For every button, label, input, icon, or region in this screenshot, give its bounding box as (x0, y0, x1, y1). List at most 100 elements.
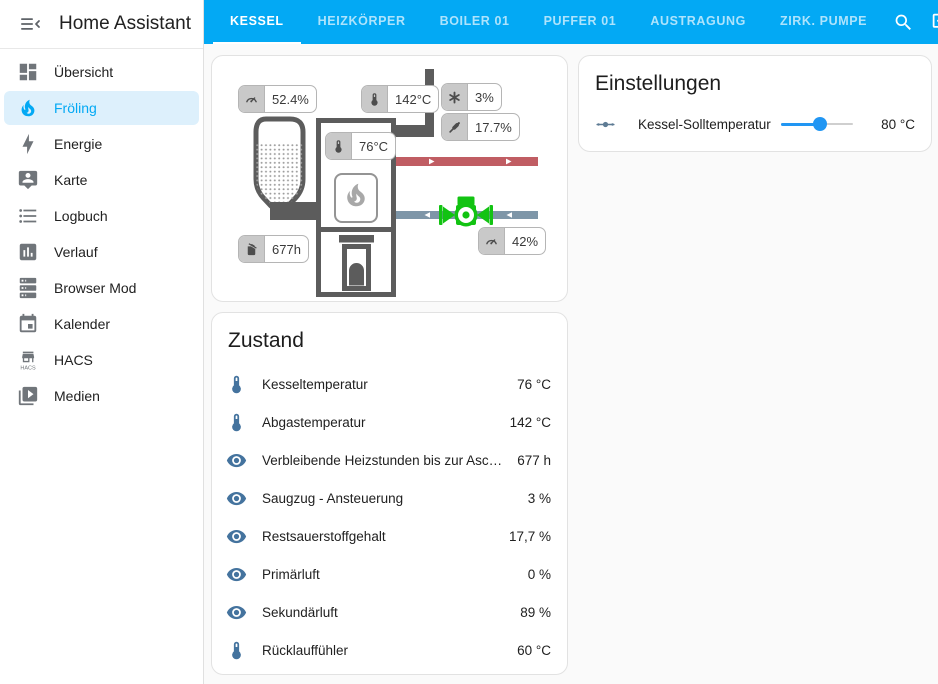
lambda-probe-icon (442, 114, 468, 140)
state-card-title: Zustand (212, 313, 567, 362)
play-box-multiple-icon (17, 385, 39, 407)
sidebar-item-energie[interactable]: Energie (4, 127, 199, 161)
thermometer-icon (226, 374, 247, 395)
trash-tilted-lid-icon (239, 236, 265, 262)
search-icon (893, 12, 914, 33)
sidebar-toggle-icon[interactable] (18, 12, 42, 36)
state-row-kesseltemperatur[interactable]: Kesseltemperatur 76 °C (212, 365, 567, 403)
state-row-abgastemperatur[interactable]: Abgastemperatur 142 °C (212, 403, 567, 441)
lightning-bolt-icon (17, 133, 39, 155)
fan-badge[interactable]: 3% (441, 83, 502, 111)
lambda-badge[interactable]: 17.7% (441, 113, 520, 141)
boiler-diagram-card: 52.4% 142°C 3% 17.7% 76°C (211, 55, 568, 302)
sidebar-item-hacs[interactable]: HACS (4, 343, 199, 377)
entity-label: Abgastemperatur (262, 415, 502, 430)
state-row-saugzug[interactable]: Saugzug - Ansteuerung 3 % (212, 479, 567, 517)
sidebar-item-label: Energie (54, 136, 102, 152)
return-mixer-badge[interactable]: 42% (478, 227, 546, 255)
entity-value: 3 % (528, 491, 551, 506)
ray-vertex-icon (595, 114, 616, 135)
sidebar-item-logbuch[interactable]: Logbuch (4, 199, 199, 233)
chart-box-icon (17, 241, 39, 263)
view-tabs: KESSEL HEIZKÖRPER BOILER 01 PUFFER 01 AU… (213, 0, 884, 44)
ash-hours-value: 677h (265, 236, 308, 262)
state-row-primaerluft[interactable]: Primärluft 0 % (212, 555, 567, 593)
entity-label: Rücklauffühler (262, 643, 509, 658)
sidebar-item-label: Karte (54, 172, 87, 188)
exhaust-temp-badge[interactable]: 142°C (361, 85, 439, 113)
ash-hours-badge[interactable]: 677h (238, 235, 309, 263)
return-mixer-value: 42% (505, 228, 545, 254)
search-button[interactable] (884, 0, 922, 44)
slider-thumb[interactable] (813, 117, 827, 131)
assist-button[interactable] (922, 0, 938, 44)
thermometer-icon (362, 86, 388, 112)
entity-value: 677 h (517, 453, 551, 468)
eye-icon (226, 602, 247, 623)
tab-heizkoerper[interactable]: HEIZKÖRPER (301, 0, 423, 44)
calendar-icon (17, 313, 39, 335)
gauge-icon (479, 228, 505, 254)
entity-label: Saugzug - Ansteuerung (262, 491, 520, 506)
entity-label: Restsauerstoffgehalt (262, 529, 501, 544)
sidebar-item-label: Übersicht (54, 64, 113, 80)
entity-value: 17,7 % (509, 529, 551, 544)
sidebar-item-medien[interactable]: Medien (4, 379, 199, 413)
sidebar-item-kalender[interactable]: Kalender (4, 307, 199, 341)
kessel-solltemperatur-slider[interactable] (781, 117, 853, 131)
state-row-sekundaerluft[interactable]: Sekundärluft 89 % (212, 593, 567, 631)
state-row-restsauerstoff[interactable]: Restsauerstoffgehalt 17,7 % (212, 517, 567, 555)
app-title: Home Assistant (59, 13, 191, 35)
state-rows: Kesseltemperatur 76 °C Abgastemperatur 1… (212, 362, 567, 669)
tab-austragung[interactable]: AUSTRAGUNG (633, 0, 763, 44)
eye-icon (226, 488, 247, 509)
sidebar-item-uebersicht[interactable]: Übersicht (4, 55, 199, 89)
sidebar-header: Home Assistant (0, 0, 203, 49)
sidebar-item-froeling[interactable]: Fröling (4, 91, 199, 125)
server-icon (17, 277, 39, 299)
list-bulleted-icon (17, 205, 39, 227)
entity-label: Verbleibende Heizstunden bis zur Asche e… (262, 453, 509, 468)
thermometer-icon (226, 412, 247, 433)
settings-card-title: Einstellungen (579, 56, 931, 105)
setting-label: Kessel-Solltemperatur (638, 117, 773, 132)
sidebar-item-browser-mod[interactable]: Browser Mod (4, 271, 199, 305)
entity-value: 60 °C (517, 643, 551, 658)
thermometer-icon (326, 133, 352, 159)
entity-value: 142 °C (510, 415, 551, 430)
fill-level-value: 52.4% (265, 86, 316, 112)
tooltip-account-icon (17, 169, 39, 191)
boiler-temp-badge[interactable]: 76°C (325, 132, 396, 160)
tab-puffer-01[interactable]: PUFFER 01 (527, 0, 634, 44)
pellet-hopper (254, 119, 319, 220)
hacs-store-icon (17, 349, 39, 371)
state-row-heizstunden[interactable]: Verbleibende Heizstunden bis zur Asche e… (212, 441, 567, 479)
sidebar-item-label: Fröling (54, 100, 97, 116)
tab-boiler-01[interactable]: BOILER 01 (423, 0, 527, 44)
state-row-ruecklauffuehler[interactable]: Rücklauffühler 60 °C (212, 631, 567, 669)
fill-level-badge[interactable]: 52.4% (238, 85, 317, 113)
dashboard-content: 52.4% 142°C 3% 17.7% 76°C (204, 44, 938, 684)
sidebar-items: Übersicht Fröling Energie Karte Logbuch … (0, 49, 203, 415)
thermometer-icon (226, 640, 247, 661)
tab-kessel[interactable]: KESSEL (213, 0, 301, 44)
entity-value: 89 % (520, 605, 551, 620)
mixer-pump-icon (439, 197, 493, 226)
entity-label: Primärluft (262, 567, 520, 582)
main-area: KESSEL HEIZKÖRPER BOILER 01 PUFFER 01 AU… (204, 0, 938, 684)
state-card: Zustand Kesseltemperatur 76 °C Abgastemp… (211, 312, 568, 675)
boiler-temp-value: 76°C (352, 133, 395, 159)
pellet-fill (254, 144, 306, 212)
entity-label: Sekundärluft (262, 605, 512, 620)
fan-value: 3% (468, 84, 501, 110)
sidebar-item-verlauf[interactable]: Verlauf (4, 235, 199, 269)
eye-icon (226, 450, 247, 471)
sidebar-item-label: Kalender (54, 316, 110, 332)
entity-value: 0 % (528, 567, 551, 582)
sidebar-item-karte[interactable]: Karte (4, 163, 199, 197)
supply-pipe (396, 157, 538, 166)
sidebar-item-label: HACS (54, 352, 93, 368)
header-actions (884, 0, 938, 44)
entity-value: 76 °C (517, 377, 551, 392)
tab-zirk-pumpe[interactable]: ZIRK. PUMPE (763, 0, 884, 44)
